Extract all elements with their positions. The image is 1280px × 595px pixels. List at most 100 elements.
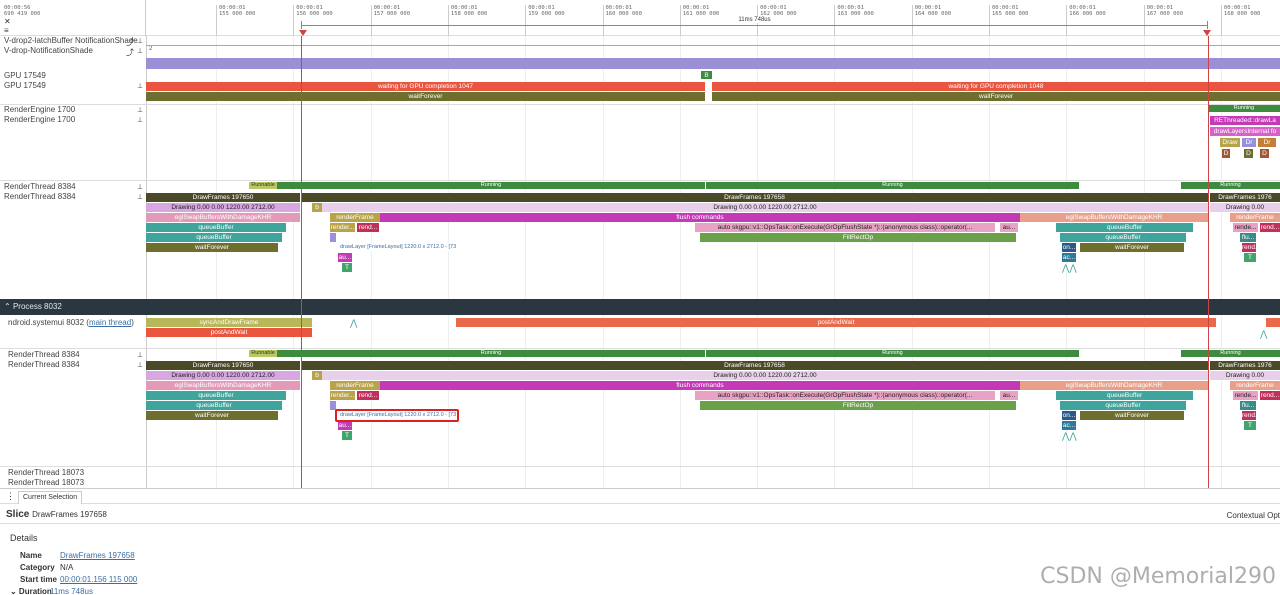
counter-bar[interactable]: [146, 58, 1280, 69]
drawing-slice[interactable]: Drawing 0.00 0.00 1220.00 2712.00: [146, 203, 300, 212]
queue-buffer-slice[interactable]: queueBuffer: [1060, 233, 1186, 242]
menu-icon[interactable]: ⋮: [6, 491, 15, 502]
running-slice[interactable]: Running: [277, 182, 705, 189]
drawing-slice[interactable]: Drawing 0.00 0.00 1220.00 2712.00: [322, 371, 1208, 380]
process-header[interactable]: ⌃ Process 8032: [0, 299, 1280, 315]
sync-and-draw-slice[interactable]: syncAndDrawFrame: [146, 318, 312, 327]
render-frame-slice[interactable]: renderFrame: [330, 381, 380, 390]
t-slice[interactable]: T: [1244, 421, 1256, 430]
queue-buffer-slice[interactable]: queueBuffer: [146, 401, 282, 410]
rende-slice[interactable]: rende...: [1233, 223, 1258, 232]
egl-swap-slice[interactable]: eglSwapBuffersWithDamageKHR: [1020, 381, 1208, 390]
pin-icon[interactable]: ⊥: [137, 183, 143, 191]
post-and-wait-slice[interactable]: postAndWait: [456, 318, 1216, 327]
wait-forever-slice[interactable]: waitForever: [146, 411, 278, 420]
drawing-slice[interactable]: Drawing 0.00 0.00 1220.00 2712.00: [322, 203, 1208, 212]
time-ruler[interactable]: 00:00:56 690 419 000 ✕ ≡ 00:00:01 155 000…: [0, 0, 1280, 36]
detail-value[interactable]: DrawFrames 197658: [60, 551, 135, 560]
egl-swap-slice[interactable]: eglSwapBuffersWithDamageKHR: [1020, 213, 1208, 222]
queue-buffer-slice[interactable]: queueBuffer: [146, 391, 286, 400]
drawlayers-internal-slice[interactable]: drawLayersInternal fo: [1210, 127, 1280, 136]
running-slice[interactable]: Running: [1181, 182, 1280, 189]
fill-rect-slice[interactable]: FillRectOp: [700, 233, 1016, 242]
rend-slice[interactable]: rend...: [357, 223, 379, 232]
tab-current-selection[interactable]: Current Selection: [18, 491, 83, 504]
draw-slice[interactable]: Dr: [1242, 138, 1256, 147]
draw-frames-slice[interactable]: DrawFrames 1976: [1210, 361, 1280, 370]
small-slice[interactable]: [330, 233, 336, 242]
draw-frames-slice[interactable]: DrawFrames 197650: [146, 193, 300, 202]
pin-icon[interactable]: ⊥: [137, 106, 143, 114]
pin-icon[interactable]: ⊥: [137, 361, 143, 369]
chart-icon[interactable]: ⤴: [126, 47, 134, 58]
draw-frames-slice[interactable]: DrawFrames 197650: [146, 361, 300, 370]
skgpu-task-slice[interactable]: auto skgpu::v1::OpsTask::onExecute(GrOpF…: [695, 223, 995, 232]
wakeup-arrow-icon[interactable]: ⋀⋀: [1062, 263, 1077, 274]
render-slice[interactable]: render...: [330, 223, 355, 232]
au-slice[interactable]: au...: [338, 253, 352, 262]
drawing-slice[interactable]: Drawing 0.00: [1210, 203, 1280, 212]
rend-slice[interactable]: rend...: [1260, 391, 1280, 400]
flu-slice[interactable]: flu...: [1240, 401, 1256, 410]
au-slice[interactable]: au...: [1000, 391, 1018, 400]
render-slice[interactable]: render...: [330, 391, 355, 400]
runnable-slice[interactable]: Runnable: [249, 182, 277, 189]
flush-commands-slice[interactable]: flush commands: [380, 381, 1020, 390]
au-slice[interactable]: au...: [1000, 223, 1018, 232]
wait-forever-slice[interactable]: waitForever: [712, 92, 1280, 101]
wakeup-arrow-icon[interactable]: ⋀: [350, 318, 357, 329]
rethreaded-slice[interactable]: REThreaded::drawLa: [1210, 116, 1280, 125]
b-slice[interactable]: b: [312, 371, 322, 380]
sort-icon[interactable]: ≡: [4, 26, 9, 35]
pin-icon[interactable]: ⊥: [137, 193, 143, 201]
detail-value[interactable]: 00:00:01.156 115 000: [60, 575, 137, 584]
skgpu-task-slice[interactable]: auto skgpu::v1::OpsTask::onExecute(GrOpF…: [695, 391, 995, 400]
rende-slice[interactable]: rende...: [1233, 391, 1258, 400]
running-slice[interactable]: Running: [1181, 350, 1280, 357]
t-slice[interactable]: T: [342, 263, 352, 272]
pin-icon[interactable]: ⊥: [137, 82, 143, 90]
queue-buffer-slice[interactable]: queueBuffer: [1056, 391, 1193, 400]
gpu-wait-slice[interactable]: waiting for GPU completion 1048: [712, 82, 1280, 91]
d-slice[interactable]: D: [1222, 149, 1230, 158]
draw-frames-slice[interactable]: DrawFrames 197658: [301, 193, 1208, 202]
detail-value[interactable]: 11ms 748us: [50, 587, 93, 595]
running-slice[interactable]: Running: [706, 350, 1079, 357]
ac-slice[interactable]: ac...: [1062, 421, 1076, 430]
queue-buffer-slice[interactable]: queueBuffer: [146, 233, 282, 242]
flush-commands-slice[interactable]: flush commands: [380, 213, 1020, 222]
au-slice[interactable]: au...: [338, 421, 352, 430]
wait-forever-slice[interactable]: waitForever: [1080, 411, 1184, 420]
main-thread-tag[interactable]: main thread: [89, 318, 131, 327]
t-slice[interactable]: T: [1244, 253, 1256, 262]
fill-rect-slice[interactable]: FillRectOp: [700, 401, 1016, 410]
collapse-all-icon[interactable]: ✕: [4, 17, 11, 26]
rend-slice[interactable]: rend...: [1242, 243, 1256, 252]
post-and-wait-slice[interactable]: postAndWait: [146, 328, 312, 337]
post-and-wait-slice[interactable]: [1266, 318, 1280, 327]
rend-slice[interactable]: rend...: [357, 391, 379, 400]
wakeup-arrow-icon[interactable]: ⋀⋀: [1062, 431, 1077, 442]
running-slice[interactable]: Running: [277, 350, 705, 357]
rend-slice[interactable]: rend...: [1242, 411, 1256, 420]
draw-slice[interactable]: Draw: [1220, 138, 1240, 147]
drawing-slice[interactable]: Drawing 0.00 0.00 1220.00 2712.00: [146, 371, 300, 380]
running-slice[interactable]: Running: [706, 182, 1079, 189]
on-slice[interactable]: on...: [1062, 243, 1076, 252]
t-slice[interactable]: T: [342, 431, 352, 440]
pin-icon[interactable]: ⊥: [137, 116, 143, 124]
wakeup-arrow-icon[interactable]: ⋀: [1260, 329, 1267, 340]
flu-slice[interactable]: flu...: [1240, 233, 1256, 242]
draw-layer-slice[interactable]: drawLayer [FrameLayout] 1220.0 x 2712.0 …: [338, 243, 456, 252]
ac-slice[interactable]: ac...: [1062, 253, 1076, 262]
running-slice[interactable]: Running: [1208, 105, 1280, 112]
rend-slice[interactable]: rend...: [1260, 223, 1280, 232]
draw-slice[interactable]: Dr: [1258, 138, 1276, 147]
draw-frames-slice[interactable]: DrawFrames 1976: [1210, 193, 1280, 202]
render-frame-slice[interactable]: renderFrame: [330, 213, 380, 222]
render-frame-slice[interactable]: renderFrame: [1230, 381, 1280, 390]
pin-icon[interactable]: ⊥: [137, 351, 143, 359]
gpu-wait-slice[interactable]: waiting for GPU completion 1047: [146, 82, 705, 91]
wait-forever-slice[interactable]: waitForever: [1080, 243, 1184, 252]
render-frame-slice[interactable]: renderFrame: [1230, 213, 1280, 222]
